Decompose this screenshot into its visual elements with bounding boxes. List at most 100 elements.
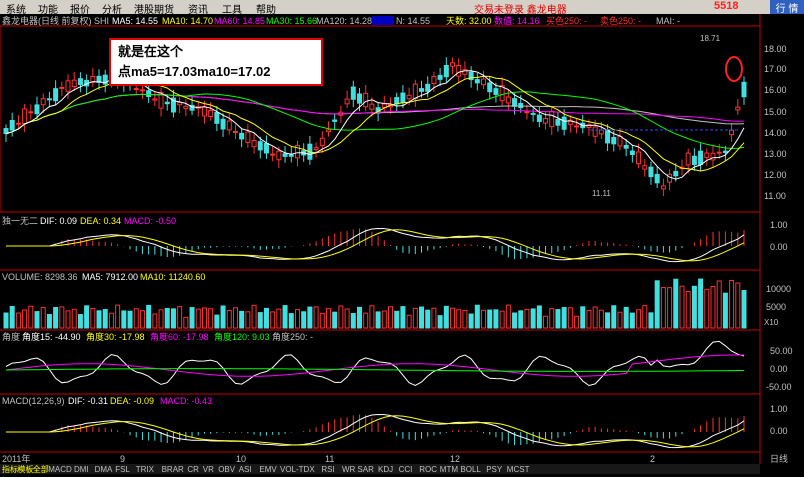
volume-bar (598, 309, 604, 329)
tab-fsl[interactable]: FSL (115, 465, 130, 474)
ma120-label: MA120: 14.28 (316, 16, 372, 26)
volume-bar (425, 309, 431, 329)
count-label: 数值: 14.16 (494, 15, 540, 26)
angle-30: 角度30: -17.98 (86, 331, 145, 342)
ind1-dif: DIF: 0.09 (40, 216, 77, 226)
angle-250: 角度250: - (272, 331, 313, 342)
volume-bar (276, 308, 282, 329)
tab-rsi[interactable]: RSI (321, 465, 334, 474)
tab-obv[interactable]: OBV (218, 465, 236, 474)
indicator-tabs[interactable]: 指标 模板 全部 MACD DMI DMA FSL TRIX BRAR CR VR OBV ASI EMV… (2, 464, 530, 474)
volume-bar (611, 305, 617, 329)
candle-body (71, 79, 77, 88)
tab-vr[interactable]: VR (203, 465, 214, 474)
tab-brar[interactable]: BRAR (162, 465, 184, 474)
candle-body (282, 153, 288, 157)
candle-body (654, 173, 660, 184)
volume-bar (3, 312, 9, 329)
volume-bar (605, 312, 611, 329)
volume-bar (46, 314, 52, 329)
tab-psy[interactable]: PSY (486, 465, 503, 474)
candle-body (276, 150, 282, 161)
tab-boll[interactable]: BOLL (460, 465, 481, 474)
volume-bar (555, 309, 561, 329)
volume-bar (152, 313, 158, 329)
volume-bar (301, 311, 307, 329)
tab-mtm[interactable]: MTM (440, 465, 459, 474)
candle-body (59, 86, 65, 89)
volume-bar (214, 314, 220, 329)
stock-chart[interactable]: 鑫龙电器(日线 前复权) SHI MA5: 14.55 MA10: 14.70 … (0, 14, 804, 474)
macd-dif-line (6, 413, 745, 449)
ma5-label: MA5: 14.55 (112, 16, 158, 26)
volume-bar (257, 312, 263, 329)
candle-body (152, 98, 158, 101)
volume-label: VOLUME: 8298.36 (2, 272, 78, 282)
candle-body (425, 83, 431, 92)
volume-bar (505, 304, 511, 329)
candle-body (704, 152, 710, 158)
tab-macd[interactable]: MACD (48, 465, 72, 474)
tab-wr[interactable]: WR (342, 465, 356, 474)
volume-bar (115, 304, 121, 329)
candle-body (15, 122, 21, 125)
ind1-tick-0: 0.00 (770, 242, 788, 252)
candle-body (685, 152, 691, 166)
volume-bar (245, 311, 251, 329)
quote-button[interactable]: 行 情 (770, 0, 804, 15)
volume-bar (580, 306, 586, 329)
volume-bar (741, 290, 747, 329)
tab-mcst[interactable]: MCST (507, 465, 530, 474)
volume-bar (139, 310, 145, 329)
tab-模板[interactable]: 模板 (17, 464, 33, 474)
candle-body (592, 126, 598, 137)
svg-text:18.00: 18.00 (764, 44, 787, 54)
volume-bar (412, 307, 418, 329)
tab-trix[interactable]: TRIX (136, 465, 155, 474)
volume-bar (518, 310, 524, 329)
ma10-label: MA10: 14.70 (162, 16, 213, 26)
volume-bar (648, 312, 654, 329)
candle-body (40, 98, 46, 106)
candle-body (369, 103, 375, 110)
candle-body (493, 88, 499, 95)
candle-body (673, 170, 679, 177)
volume-bar (40, 307, 46, 329)
candle-body (543, 118, 549, 124)
tab-指标[interactable]: 指标 (2, 464, 18, 474)
volume-bar (9, 305, 15, 329)
tab-dma[interactable]: DMA (95, 465, 113, 474)
tab-vol-tdx[interactable]: VOL-TDX (280, 465, 315, 474)
volume-bar (251, 304, 257, 329)
svg-text:10: 10 (236, 454, 246, 464)
volume-bar (567, 307, 573, 329)
tab-sar[interactable]: SAR (357, 465, 374, 474)
candle-body (226, 120, 232, 131)
volume-bar (673, 278, 679, 329)
svg-text:11: 11 (325, 454, 334, 464)
stock-code: SHI (94, 16, 109, 26)
candle-body (232, 130, 238, 133)
tab-kdj[interactable]: KDJ (378, 465, 393, 474)
volume-bar (319, 312, 325, 329)
candle-body (691, 155, 697, 165)
tab-asi[interactable]: ASI (239, 465, 252, 474)
volume-bar (549, 308, 555, 329)
tab-emv[interactable]: EMV (259, 465, 277, 474)
ma60-line (5, 93, 745, 135)
tab-cci[interactable]: CCI (399, 465, 413, 474)
candle-body (220, 118, 226, 130)
tab-全部[interactable]: 全部 (33, 464, 49, 474)
svg-text:14.00: 14.00 (764, 128, 787, 138)
candle-body (245, 131, 251, 143)
tab-roc[interactable]: ROC (419, 465, 437, 474)
candle-body (77, 78, 83, 86)
volume-bar (232, 307, 238, 329)
tab-cr[interactable]: CR (187, 465, 199, 474)
volume-bar (363, 312, 369, 329)
tab-dmi[interactable]: DMI (74, 465, 89, 474)
svg-text:日线: 日线 (770, 453, 788, 464)
menu-bar: 系统 功能 报价 分析 港股期货 资讯 工具 帮助 交易未登录 鑫龙电器 551… (0, 0, 804, 16)
candle-body (735, 106, 741, 111)
candle-body (729, 129, 735, 136)
